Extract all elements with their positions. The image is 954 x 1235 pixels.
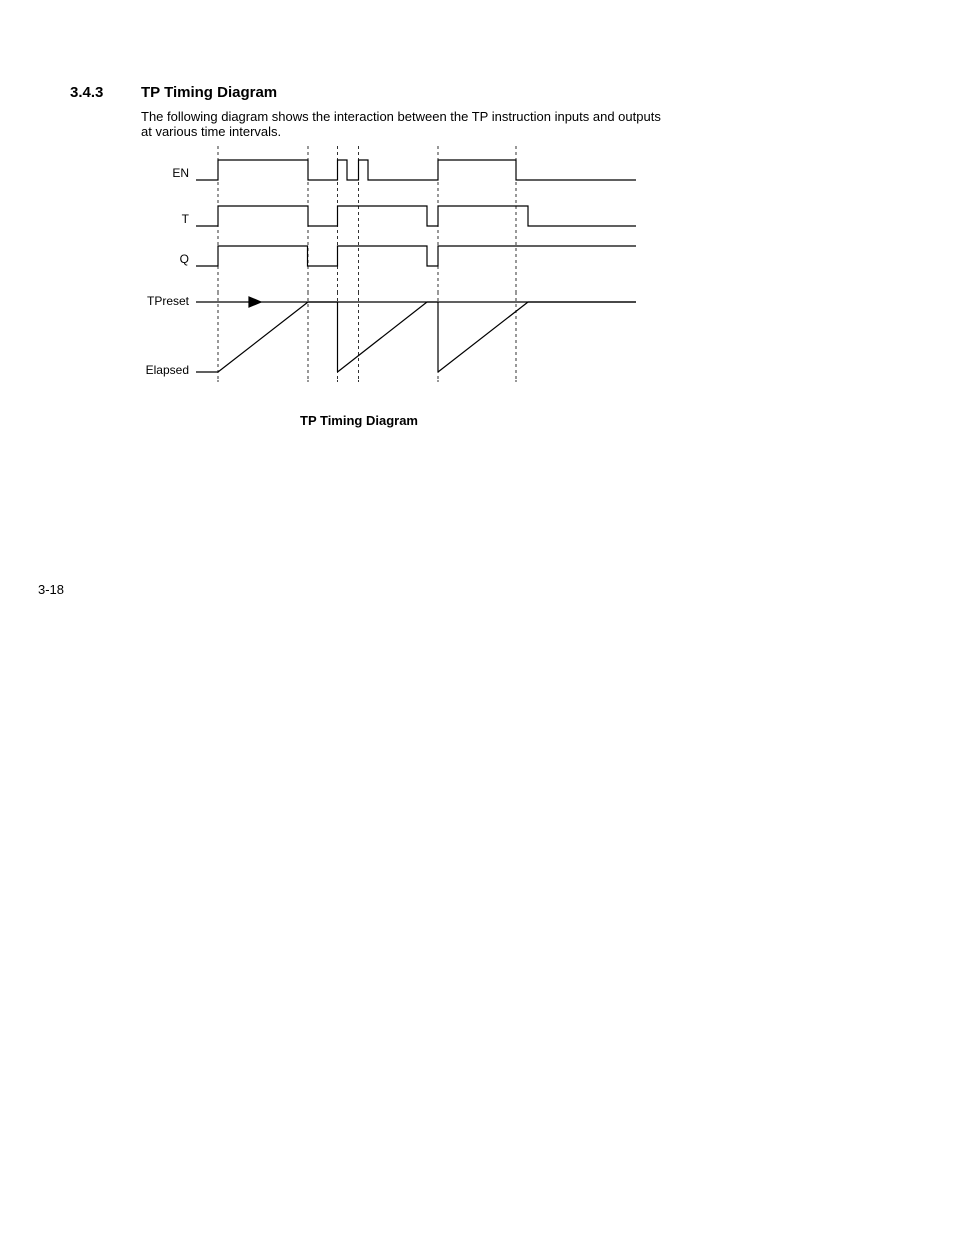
signal-label-tpreset: TPreset xyxy=(147,294,190,308)
timing-diagram: .sig { stroke:#000; stroke-width:1.2; fi… xyxy=(141,142,641,397)
signal-label-en: EN xyxy=(172,166,189,180)
timing-diagram-svg: .sig { stroke:#000; stroke-width:1.2; fi… xyxy=(141,142,641,392)
diagram-caption: TP Timing Diagram xyxy=(300,413,418,428)
intro-paragraph: The following diagram shows the interact… xyxy=(141,110,671,140)
signal-label-q: Q xyxy=(180,252,189,266)
section-title: TP Timing Diagram xyxy=(141,84,277,101)
signal-label-elapsed: Elapsed xyxy=(146,363,189,377)
page: 3.4.3 TP Timing Diagram The following di… xyxy=(0,0,954,1235)
page-number: 3-18 xyxy=(38,582,64,597)
signal-label-t: T xyxy=(182,212,190,226)
section-number: 3.4.3 xyxy=(70,84,103,101)
